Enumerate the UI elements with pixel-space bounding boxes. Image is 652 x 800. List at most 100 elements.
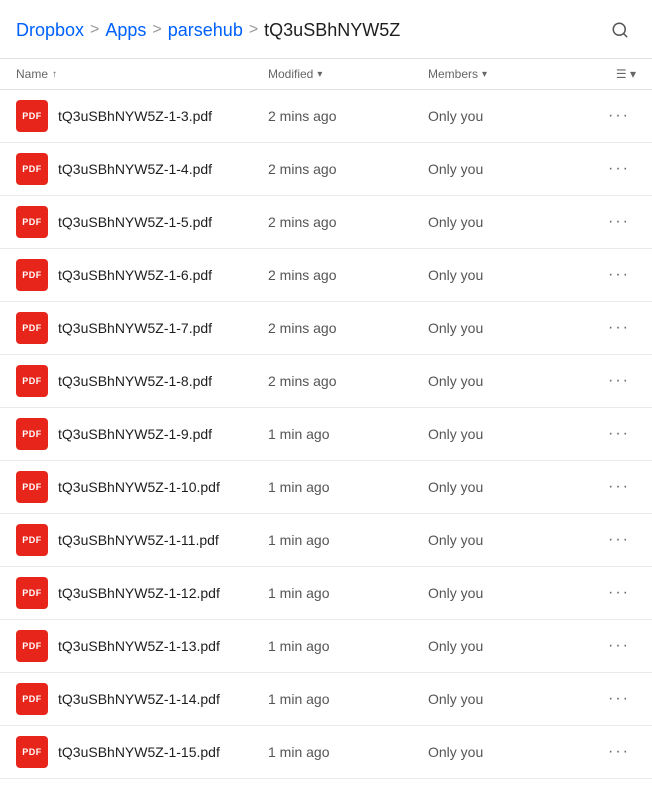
pdf-icon: PDF bbox=[16, 153, 48, 185]
col-members-label: Members bbox=[428, 67, 478, 81]
pdf-icon: PDF bbox=[16, 524, 48, 556]
breadcrumb-apps[interactable]: Apps bbox=[105, 20, 146, 41]
pdf-icon: PDF bbox=[16, 471, 48, 503]
table-row[interactable]: PDF tQ3uSBhNYW5Z-1-14.pdf 1 min ago Only… bbox=[0, 673, 652, 726]
file-list: PDF tQ3uSBhNYW5Z-1-3.pdf 2 mins ago Only… bbox=[0, 90, 652, 779]
table-row[interactable]: PDF tQ3uSBhNYW5Z-1-13.pdf 1 min ago Only… bbox=[0, 620, 652, 673]
pdf-icon: PDF bbox=[16, 683, 48, 715]
table-row[interactable]: PDF tQ3uSBhNYW5Z-1-5.pdf 2 mins ago Only… bbox=[0, 196, 652, 249]
file-modified: 1 min ago bbox=[268, 744, 428, 760]
more-options-button[interactable]: ··· bbox=[602, 368, 636, 394]
file-actions: ··· bbox=[588, 474, 636, 500]
file-actions: ··· bbox=[588, 156, 636, 182]
more-options-button[interactable]: ··· bbox=[602, 580, 636, 606]
file-name-cell: PDF tQ3uSBhNYW5Z-1-10.pdf bbox=[16, 471, 268, 503]
file-name: tQ3uSBhNYW5Z-1-3.pdf bbox=[58, 108, 212, 124]
file-modified: 2 mins ago bbox=[268, 267, 428, 283]
file-name: tQ3uSBhNYW5Z-1-14.pdf bbox=[58, 691, 220, 707]
file-actions: ··· bbox=[588, 686, 636, 712]
table-row[interactable]: PDF tQ3uSBhNYW5Z-1-6.pdf 2 mins ago Only… bbox=[0, 249, 652, 302]
file-name: tQ3uSBhNYW5Z-1-6.pdf bbox=[58, 267, 212, 283]
search-button[interactable] bbox=[604, 14, 636, 46]
file-modified: 2 mins ago bbox=[268, 214, 428, 230]
more-options-button[interactable]: ··· bbox=[602, 421, 636, 447]
col-name-label: Name bbox=[16, 67, 48, 81]
more-options-button[interactable]: ··· bbox=[602, 686, 636, 712]
breadcrumb-sep-1: > bbox=[90, 21, 99, 39]
file-members: Only you bbox=[428, 108, 588, 124]
more-options-button[interactable]: ··· bbox=[602, 156, 636, 182]
file-members: Only you bbox=[428, 267, 588, 283]
file-actions: ··· bbox=[588, 262, 636, 288]
file-modified: 2 mins ago bbox=[268, 320, 428, 336]
more-options-button[interactable]: ··· bbox=[602, 315, 636, 341]
file-name-cell: PDF tQ3uSBhNYW5Z-1-12.pdf bbox=[16, 577, 268, 609]
table-row[interactable]: PDF tQ3uSBhNYW5Z-1-3.pdf 2 mins ago Only… bbox=[0, 90, 652, 143]
more-options-button[interactable]: ··· bbox=[602, 474, 636, 500]
col-name-sort-icon: ↑ bbox=[52, 69, 57, 80]
breadcrumb-sep-2: > bbox=[152, 21, 161, 39]
file-members: Only you bbox=[428, 320, 588, 336]
breadcrumb-current: tQ3uSBhNYW5Z bbox=[264, 20, 400, 41]
table-row[interactable]: PDF tQ3uSBhNYW5Z-1-9.pdf 1 min ago Only … bbox=[0, 408, 652, 461]
page-header: Dropbox > Apps > parsehub > tQ3uSBhNYW5Z bbox=[0, 0, 652, 59]
file-actions: ··· bbox=[588, 739, 636, 765]
more-options-button[interactable]: ··· bbox=[602, 209, 636, 235]
pdf-icon: PDF bbox=[16, 312, 48, 344]
breadcrumb-root[interactable]: Dropbox bbox=[16, 20, 84, 41]
col-actions-label: ☰ ▾ bbox=[616, 67, 636, 81]
file-name: tQ3uSBhNYW5Z-1-4.pdf bbox=[58, 161, 212, 177]
file-members: Only you bbox=[428, 161, 588, 177]
file-name: tQ3uSBhNYW5Z-1-8.pdf bbox=[58, 373, 212, 389]
pdf-icon: PDF bbox=[16, 365, 48, 397]
more-options-button[interactable]: ··· bbox=[602, 527, 636, 553]
file-name-cell: PDF tQ3uSBhNYW5Z-1-8.pdf bbox=[16, 365, 268, 397]
file-name: tQ3uSBhNYW5Z-1-15.pdf bbox=[58, 744, 220, 760]
breadcrumb: Dropbox > Apps > parsehub > tQ3uSBhNYW5Z bbox=[16, 20, 400, 41]
file-modified: 1 min ago bbox=[268, 479, 428, 495]
file-modified: 1 min ago bbox=[268, 532, 428, 548]
more-options-button[interactable]: ··· bbox=[602, 262, 636, 288]
file-members: Only you bbox=[428, 479, 588, 495]
more-options-button[interactable]: ··· bbox=[602, 739, 636, 765]
table-row[interactable]: PDF tQ3uSBhNYW5Z-1-8.pdf 2 mins ago Only… bbox=[0, 355, 652, 408]
file-members: Only you bbox=[428, 638, 588, 654]
file-name: tQ3uSBhNYW5Z-1-10.pdf bbox=[58, 479, 220, 495]
file-members: Only you bbox=[428, 426, 588, 442]
col-actions-header[interactable]: ☰ ▾ bbox=[588, 67, 636, 81]
file-name-cell: PDF tQ3uSBhNYW5Z-1-9.pdf bbox=[16, 418, 268, 450]
table-row[interactable]: PDF tQ3uSBhNYW5Z-1-10.pdf 1 min ago Only… bbox=[0, 461, 652, 514]
pdf-icon: PDF bbox=[16, 259, 48, 291]
file-members: Only you bbox=[428, 373, 588, 389]
file-actions: ··· bbox=[588, 103, 636, 129]
breadcrumb-sep-3: > bbox=[249, 21, 258, 39]
file-name-cell: PDF tQ3uSBhNYW5Z-1-13.pdf bbox=[16, 630, 268, 662]
file-actions: ··· bbox=[588, 633, 636, 659]
file-name: tQ3uSBhNYW5Z-1-11.pdf bbox=[58, 532, 219, 548]
table-row[interactable]: PDF tQ3uSBhNYW5Z-1-11.pdf 1 min ago Only… bbox=[0, 514, 652, 567]
file-actions: ··· bbox=[588, 209, 636, 235]
file-modified: 1 min ago bbox=[268, 426, 428, 442]
file-name-cell: PDF tQ3uSBhNYW5Z-1-4.pdf bbox=[16, 153, 268, 185]
file-modified: 2 mins ago bbox=[268, 108, 428, 124]
file-members: Only you bbox=[428, 214, 588, 230]
more-options-button[interactable]: ··· bbox=[602, 103, 636, 129]
file-name: tQ3uSBhNYW5Z-1-9.pdf bbox=[58, 426, 212, 442]
table-row[interactable]: PDF tQ3uSBhNYW5Z-1-4.pdf 2 mins ago Only… bbox=[0, 143, 652, 196]
breadcrumb-parsehub[interactable]: parsehub bbox=[168, 20, 243, 41]
pdf-icon: PDF bbox=[16, 577, 48, 609]
table-row[interactable]: PDF tQ3uSBhNYW5Z-1-7.pdf 2 mins ago Only… bbox=[0, 302, 652, 355]
col-modified-header[interactable]: Modified ▾ bbox=[268, 67, 428, 81]
file-name-cell: PDF tQ3uSBhNYW5Z-1-7.pdf bbox=[16, 312, 268, 344]
file-members: Only you bbox=[428, 744, 588, 760]
file-modified: 2 mins ago bbox=[268, 373, 428, 389]
file-modified: 1 min ago bbox=[268, 691, 428, 707]
col-modified-label: Modified bbox=[268, 67, 313, 81]
pdf-icon: PDF bbox=[16, 206, 48, 238]
col-name-header[interactable]: Name ↑ bbox=[16, 67, 268, 81]
col-members-header[interactable]: Members ▾ bbox=[428, 67, 588, 81]
file-actions: ··· bbox=[588, 527, 636, 553]
more-options-button[interactable]: ··· bbox=[602, 633, 636, 659]
table-row[interactable]: PDF tQ3uSBhNYW5Z-1-15.pdf 1 min ago Only… bbox=[0, 726, 652, 779]
table-row[interactable]: PDF tQ3uSBhNYW5Z-1-12.pdf 1 min ago Only… bbox=[0, 567, 652, 620]
